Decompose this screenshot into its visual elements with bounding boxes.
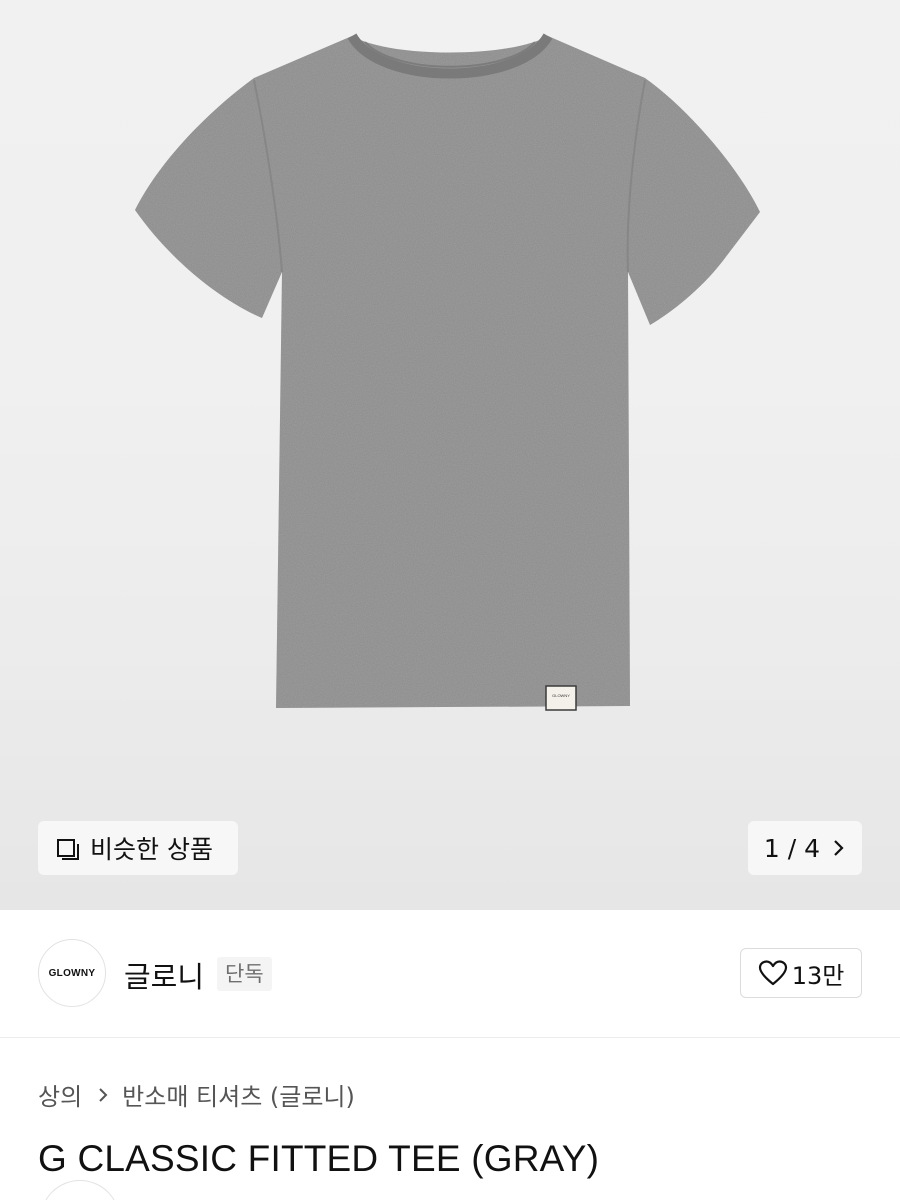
similar-products-label: 비슷한 상품 — [90, 835, 213, 864]
breadcrumb: 상의 반소매 티셔츠 (글로니) — [38, 1077, 355, 1112]
tshirt-tag: GLOWNY — [545, 685, 577, 711]
chevron-right-icon — [834, 840, 844, 856]
exclusive-badge: 단독 — [217, 957, 272, 991]
brand-row: GLOWNY 글로니 단독 13만 — [0, 910, 900, 1038]
brand-name[interactable]: 글로니 — [124, 954, 204, 996]
product-image[interactable]: GLOWNY — [0, 0, 900, 760]
breadcrumb-subcategory[interactable]: 반소매 티셔츠 (글로니) — [122, 1077, 355, 1112]
tshirt-tag-text: GLOWNY — [552, 693, 570, 698]
image-page-counter[interactable]: 1 / 4 — [748, 821, 862, 875]
stacked-squares-icon — [57, 839, 79, 860]
brand-logo[interactable]: GLOWNY — [38, 939, 106, 1007]
like-count: 13만 — [791, 961, 845, 990]
product-image-gallery[interactable]: GLOWNY 비슷한 상품 1 / 4 — [0, 0, 900, 910]
heart-icon — [758, 960, 787, 986]
brand-logo-text: GLOWNY — [48, 967, 96, 979]
breadcrumb-category[interactable]: 상의 — [38, 1077, 82, 1112]
chevron-right-icon — [99, 1087, 108, 1102]
page-counter-text: 1 / 4 — [763, 833, 821, 863]
similar-products-button[interactable]: 비슷한 상품 — [38, 821, 238, 875]
tshirt-body — [135, 36, 760, 708]
avatar — [40, 1180, 120, 1200]
like-button[interactable]: 13만 — [740, 948, 862, 998]
product-title: G CLASSIC FITTED TEE (GRAY) — [38, 1138, 600, 1179]
